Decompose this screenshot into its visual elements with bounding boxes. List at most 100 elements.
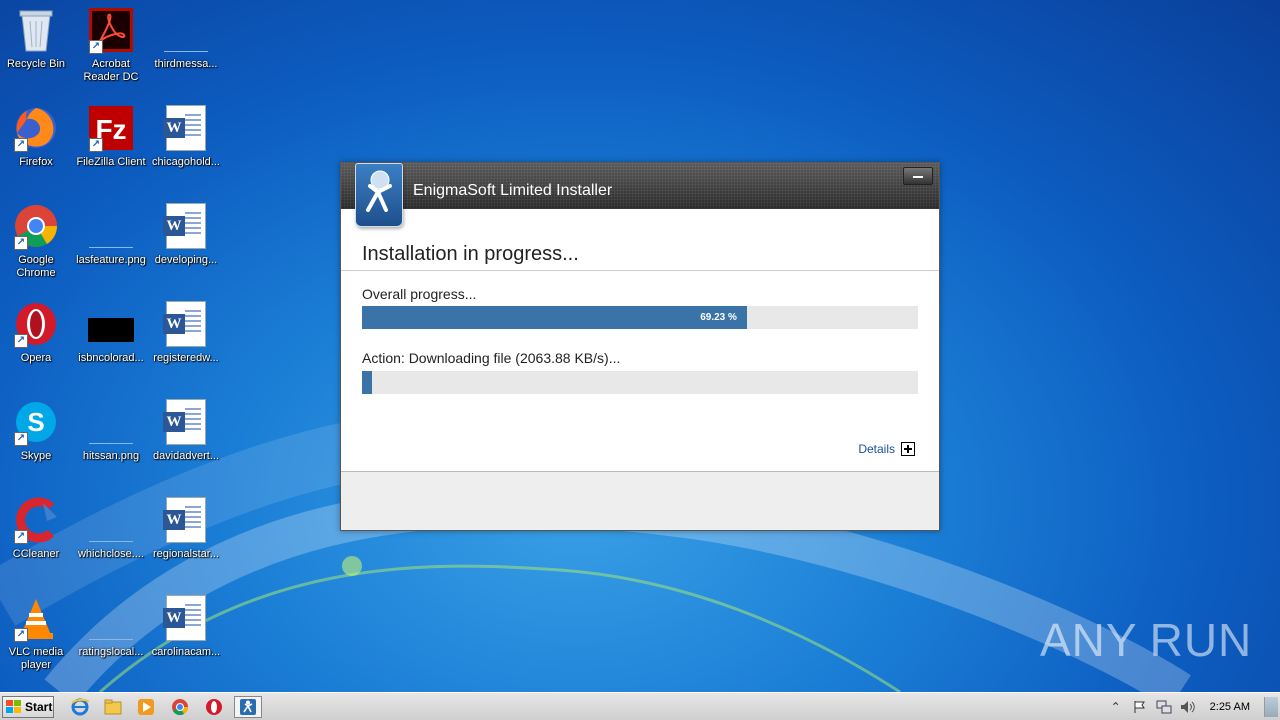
blank-image-file-icon [87, 202, 135, 250]
desktop-icon-google-chrome[interactable]: ↗ Google Chrome [0, 202, 74, 294]
desktop-icon-label: Google Chrome [16, 254, 56, 279]
desktop-icon-ccleaner[interactable]: ↗ CCleaner [0, 496, 74, 588]
shortcut-arrow-icon: ↗ [14, 432, 28, 446]
desktop-icon-hitssan[interactable]: hitssan.png [73, 398, 149, 490]
installer-footer [341, 471, 939, 530]
taskbar-opera[interactable] [200, 696, 228, 718]
desktop-icon-firefox[interactable]: ↗ Firefox [0, 104, 74, 196]
word-document-icon: W [162, 202, 210, 250]
desktop-icon-label: Opera [20, 352, 52, 364]
word-document-icon: W [162, 594, 210, 642]
taskbar-enigmasoft-installer[interactable] [234, 696, 262, 718]
desktop-icon-label: Acrobat Reader DC [83, 58, 139, 83]
divider [341, 270, 939, 271]
desktop-icon-regionalstar[interactable]: W regionalstar... [148, 496, 224, 588]
desktop-icon-thirdmessa[interactable]: thirdmessa... [148, 6, 224, 98]
word-document-icon: W [162, 300, 210, 348]
taskbar-explorer[interactable] [99, 696, 127, 718]
enigmasoft-logo-icon [355, 163, 403, 227]
desktop-icon-opera[interactable]: ↗ Opera [0, 300, 74, 392]
ccleaner-icon: ↗ [12, 496, 60, 544]
taskbar-internet-explorer[interactable] [66, 696, 94, 718]
blank-image-file-icon [87, 398, 135, 446]
desktop-icon-label: developing... [154, 254, 218, 266]
desktop-icon-skype[interactable]: S ↗ Skype [0, 398, 74, 490]
action-progress-fill [362, 371, 372, 394]
explorer-icon [104, 699, 122, 715]
word-document-icon: W [162, 398, 210, 446]
show-desktop-button[interactable] [1264, 697, 1278, 717]
details-link[interactable]: Details [858, 442, 895, 456]
shortcut-arrow-icon: ↗ [89, 40, 103, 54]
desktop-icon-davidadvert[interactable]: W davidadvert... [148, 398, 224, 490]
overall-progress-fill: 69.23 % [362, 306, 747, 329]
clock[interactable]: 2:25 AM [1210, 701, 1250, 713]
vlc-icon: ↗ [12, 594, 60, 642]
expand-plus-icon[interactable] [901, 442, 915, 456]
desktop-icon-label: ratingslocal... [78, 646, 144, 658]
desktop-icon-registeredw[interactable]: W registeredw... [148, 300, 224, 392]
taskbar-chrome[interactable] [166, 696, 194, 718]
shortcut-arrow-icon: ↗ [14, 628, 28, 642]
desktop-icon-carolinacam[interactable]: W carolinacam... [148, 594, 224, 686]
word-document-icon: W [162, 496, 210, 544]
skype-icon: S ↗ [12, 398, 60, 446]
desktop: Recycle Bin ↗ Firefox ↗ Google Chrome ↗ … [0, 0, 240, 692]
shortcut-arrow-icon: ↗ [14, 236, 28, 250]
volume-icon[interactable] [1179, 699, 1197, 715]
desktop-icon-acrobat[interactable]: ↗ Acrobat Reader DC [73, 6, 149, 98]
desktop-icon-label: FileZilla Client [76, 156, 146, 168]
details-toggle[interactable]: Details [858, 442, 915, 456]
action-progress-bar [362, 371, 918, 394]
installer-title: EnigmaSoft Limited Installer [413, 182, 613, 199]
desktop-icon-developing[interactable]: W developing... [148, 202, 224, 294]
watermark-text-right: RUN [1149, 614, 1253, 666]
taskbar-media-player[interactable] [132, 696, 160, 718]
firefox-icon: ↗ [12, 104, 60, 152]
desktop-icon-vlc[interactable]: ↗ VLC media player [0, 594, 74, 686]
desktop-icon-label: carolinacam... [151, 646, 221, 658]
desktop-icon-label: chicagohold... [152, 156, 220, 168]
recycle-bin-icon [12, 6, 60, 54]
start-label: Start [25, 700, 53, 714]
desktop-icon-chicagohold[interactable]: W chicagohold... [148, 104, 224, 196]
opera-icon [206, 699, 222, 715]
internet-explorer-icon [71, 698, 89, 716]
action-center-flag-icon[interactable] [1131, 699, 1149, 715]
desktop-icon-isbncolorad[interactable]: isbncolorad... [73, 300, 149, 392]
desktop-icon-label: lasfeature.png [76, 254, 146, 266]
watermark-text-left: ANY [1040, 614, 1138, 666]
desktop-icon-label: CCleaner [12, 548, 60, 560]
desktop-icon-label: regionalstar... [152, 548, 220, 560]
start-button[interactable]: Start [2, 696, 54, 718]
taskbar: Start ⌃ 2:25 AM [0, 692, 1280, 720]
desktop-icon-label: isbncolorad... [78, 352, 144, 364]
enigmasoft-icon [240, 699, 256, 715]
shortcut-arrow-icon: ↗ [89, 138, 103, 152]
desktop-icon-whichclose[interactable]: whichclose.... [73, 496, 149, 588]
installer-title-bar[interactable]: EnigmaSoft Limited Installer [341, 163, 939, 209]
overall-progress-label: Overall progress... [362, 286, 477, 302]
system-tray: ⌃ 2:25 AM [1104, 693, 1280, 720]
desktop-icon-filezilla[interactable]: Fz ↗ FileZilla Client [73, 104, 149, 196]
acrobat-icon: ↗ [87, 6, 135, 54]
desktop-icon-label: Recycle Bin [6, 58, 66, 70]
blank-image-file-icon [162, 6, 210, 54]
desktop-icon-label: Skype [20, 450, 52, 462]
media-player-icon [138, 699, 154, 715]
opera-icon: ↗ [12, 300, 60, 348]
black-image-file-icon [87, 300, 135, 348]
action-label: Action: Downloading file (2063.88 KB/s).… [362, 350, 621, 366]
shortcut-arrow-icon: ↗ [14, 530, 28, 544]
desktop-icon-lasfeature[interactable]: lasfeature.png [73, 202, 149, 294]
show-hidden-icons-chevron-icon[interactable]: ⌃ [1107, 699, 1125, 715]
svg-text:S: S [27, 407, 44, 437]
desktop-icon-label: hitssan.png [82, 450, 140, 462]
windows-logo-icon [6, 700, 21, 713]
desktop-icon-ratingslocal[interactable]: ratingslocal... [73, 594, 149, 686]
blank-image-file-icon [87, 594, 135, 642]
desktop-icon-recycle-bin[interactable]: Recycle Bin [0, 6, 74, 98]
minimize-button[interactable] [903, 167, 933, 185]
blank-image-file-icon [87, 496, 135, 544]
network-icon[interactable] [1155, 699, 1173, 715]
